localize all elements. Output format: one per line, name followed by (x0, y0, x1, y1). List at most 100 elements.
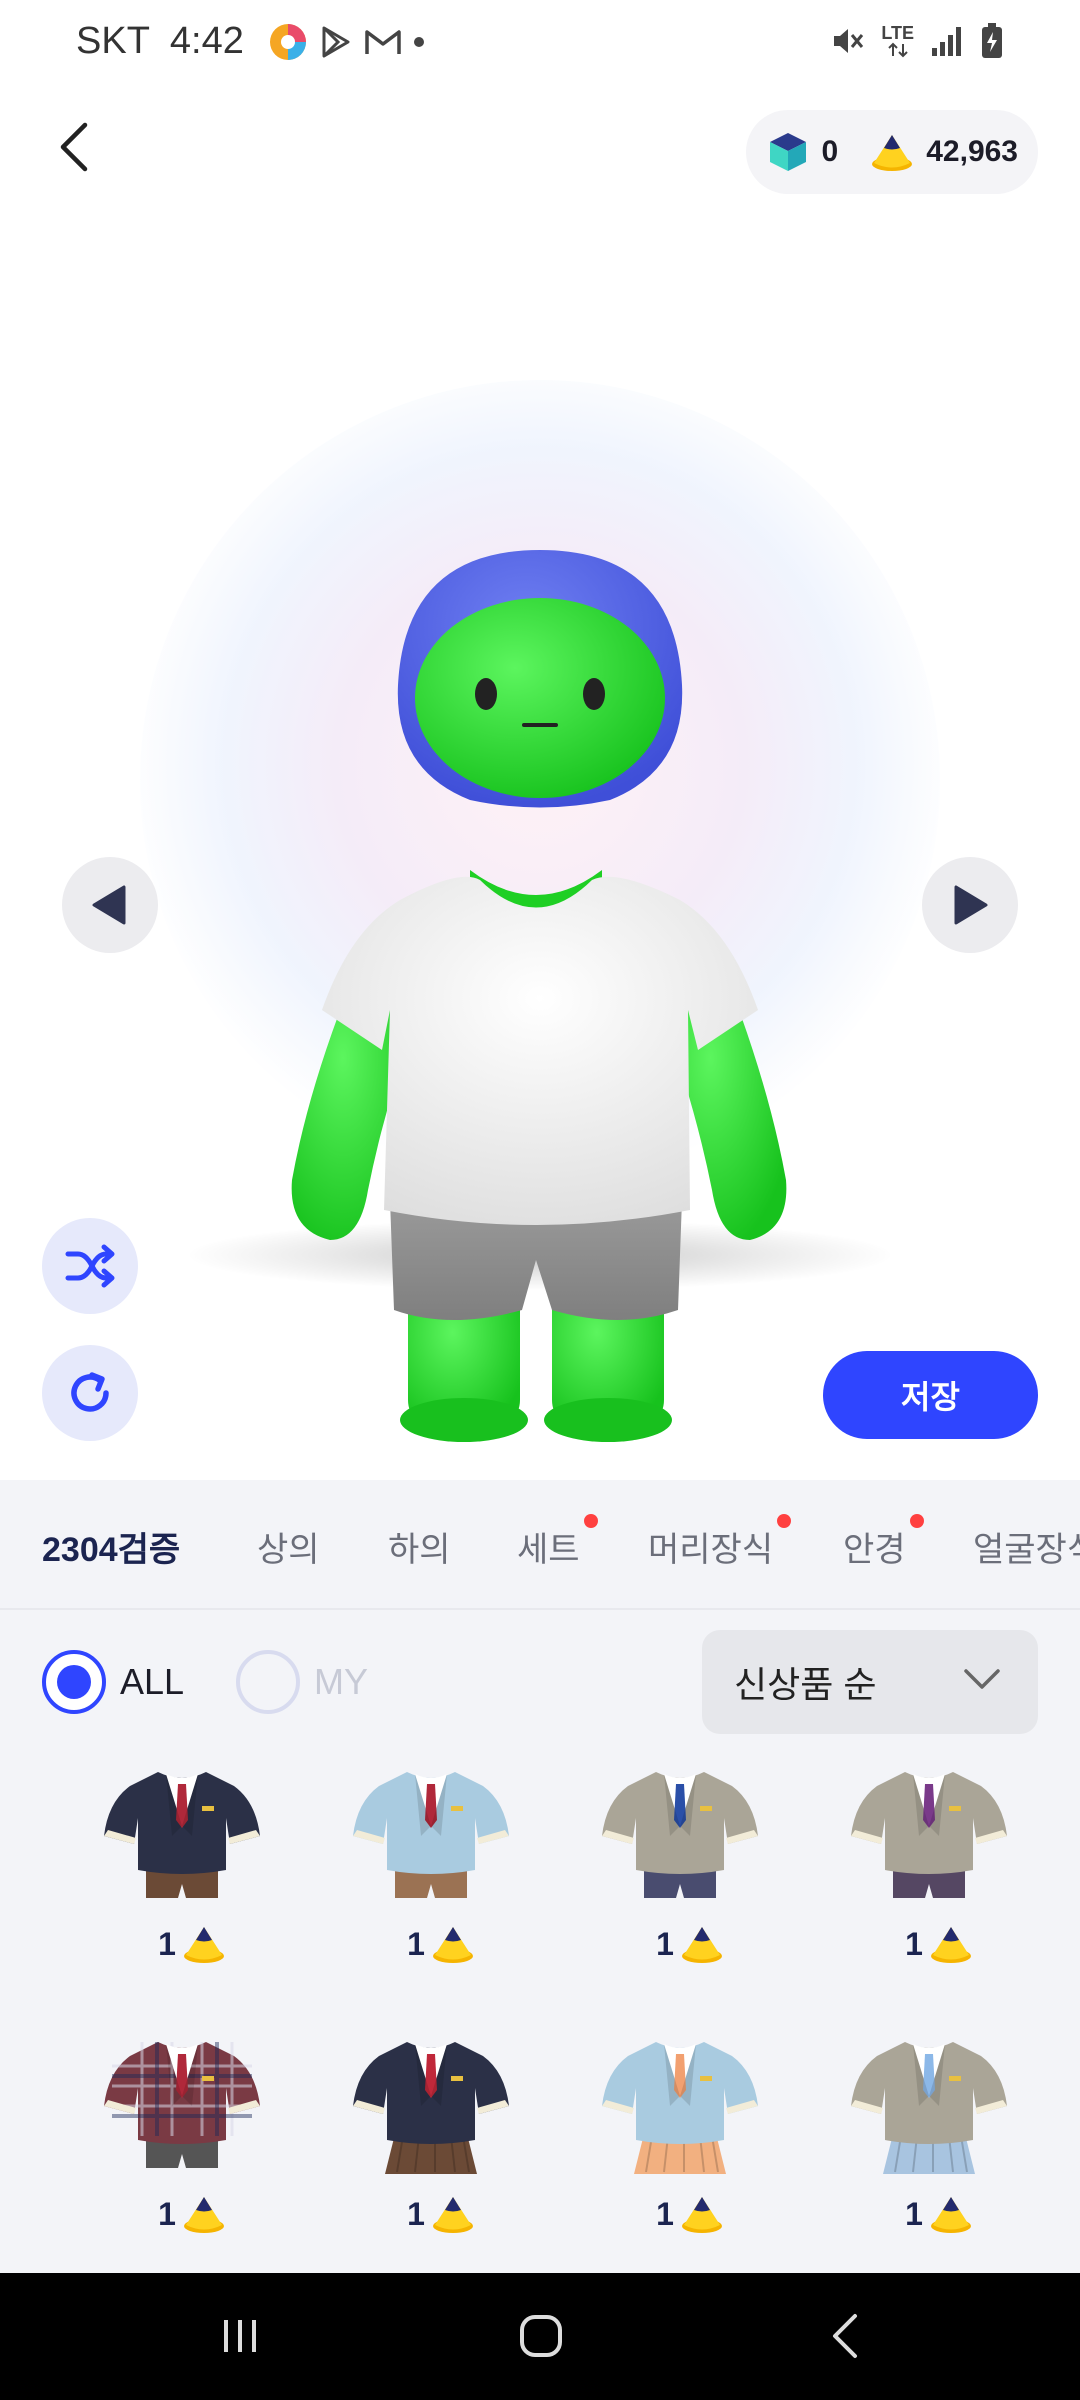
system-nav-bar (0, 2273, 1080, 2400)
coin-cone-icon (681, 2197, 722, 2233)
filter-row: ALL MY 신상품 순 (0, 1630, 1080, 1740)
outfit-thumbnail (851, 1772, 1007, 1898)
outfit-thumbnail (104, 2042, 260, 2168)
outfit-item[interactable]: 1 (540, 1766, 790, 2006)
radio-ring (236, 1650, 300, 1714)
currency-balance[interactable]: 0 42,963 (745, 110, 1038, 194)
avatar-figure[interactable] (290, 540, 790, 1460)
coin-cone-icon (681, 1927, 722, 1963)
tab-label: 머리장식 (648, 1531, 774, 1569)
outfit-item[interactable]: 1 (291, 1766, 541, 2006)
triangle-right-icon (954, 885, 988, 925)
outfit-item[interactable]: 1 (42, 1766, 292, 2006)
tab-tops[interactable]: 상의 (257, 1522, 320, 1571)
price-value: 1 (407, 2195, 425, 2232)
tab-hair-accessories[interactable]: 머리장식 (648, 1514, 792, 1571)
chevron-down-icon (964, 1669, 1000, 1689)
mute-icon (834, 29, 864, 53)
back-icon (833, 2314, 857, 2358)
back-nav-button[interactable] (810, 2301, 880, 2371)
price-value: 1 (158, 1925, 176, 1962)
battery-charging-icon (982, 23, 1002, 58)
tab-glasses[interactable]: 안경 (843, 1514, 924, 1571)
outfit-item[interactable]: 1 (42, 2036, 292, 2276)
recent-apps-icon (224, 2320, 256, 2352)
outfit-item[interactable]: 1 (291, 2036, 541, 2276)
filter-my-label: MY (314, 1661, 368, 1702)
coin-cone-icon (183, 2197, 224, 2233)
dot-icon (413, 36, 424, 47)
home-button[interactable] (506, 2301, 576, 2371)
sort-dropdown[interactable]: 신상품 순 (702, 1630, 1038, 1734)
gem-cube-icon (769, 133, 806, 171)
tab-label: 안경 (843, 1531, 906, 1569)
outfit-thumbnail (602, 2042, 758, 2174)
save-button[interactable]: 저장 (823, 1351, 1038, 1439)
item-price: 1 (42, 1924, 292, 1964)
tab-sets[interactable]: 세트 (517, 1514, 598, 1571)
radio-ring (42, 1650, 106, 1714)
price-value: 1 (656, 2195, 674, 2232)
status-left: SKT 4:42 (76, 20, 426, 63)
carrier-label: SKT (76, 20, 150, 62)
filter-all-radio[interactable]: ALL (42, 1650, 184, 1714)
tab-bottoms[interactable]: 하의 (388, 1522, 451, 1571)
reset-button[interactable] (42, 1345, 138, 1441)
outfit-item[interactable]: 1 (540, 2036, 790, 2276)
notification-icons (268, 22, 426, 62)
coin-cone-icon (432, 1927, 473, 1963)
refresh-icon (71, 1372, 109, 1412)
shuffle-button[interactable] (42, 1218, 138, 1314)
play-store-icon (322, 26, 350, 57)
triangle-left-icon (92, 885, 126, 925)
outfit-item[interactable]: 1 (789, 2036, 1039, 2276)
price-value: 1 (905, 1925, 923, 1962)
outfit-thumbnail (353, 1772, 509, 1898)
tab-label: 하의 (388, 1531, 451, 1569)
item-price: 1 (42, 2194, 292, 2234)
tab-label: 2304검증 (42, 1531, 181, 1569)
price-value: 1 (656, 1925, 674, 1962)
previous-button[interactable] (62, 857, 158, 953)
sort-label: 신상품 순 (734, 1664, 877, 1705)
price-value: 1 (905, 2195, 923, 2232)
item-price: 1 (540, 1924, 790, 1964)
data-arrows-icon (887, 42, 908, 58)
outfit-thumbnail (353, 2042, 509, 2174)
gem-count: 0 (821, 135, 839, 168)
coin-cone-icon (872, 135, 913, 171)
coin-cone-icon (930, 1927, 971, 1963)
coin-cone-icon (930, 2197, 971, 2233)
tab-2304-verification[interactable]: 2304검증 (42, 1522, 180, 1571)
tab-label: 상의 (257, 1531, 320, 1569)
lte-label: LTE (881, 23, 914, 43)
filter-my-radio[interactable]: MY (236, 1650, 368, 1714)
item-price: 1 (789, 1924, 1039, 1964)
item-price: 1 (291, 2194, 541, 2234)
tab-face-accessories[interactable]: 얼굴장식 (973, 1522, 1080, 1571)
new-badge-dot (583, 1514, 598, 1528)
filter-all-label: ALL (120, 1661, 185, 1702)
outfit-thumbnail (851, 2042, 1007, 2174)
coin-cone-icon (183, 1927, 224, 1963)
chevron-left-icon (60, 122, 88, 172)
status-bar: SKT 4:42 LTE (0, 0, 1080, 90)
gmail-icon (365, 29, 401, 54)
item-panel: 2304검증 상의 하의 세트 머리장식 안경 얼굴장식 ALL (0, 1480, 1080, 2273)
recent-apps-button[interactable] (205, 2301, 275, 2371)
new-badge-dot (909, 1514, 924, 1528)
tab-label: 세트 (517, 1531, 580, 1569)
clock: 4:42 (169, 20, 244, 62)
tab-label: 얼굴장식 (973, 1531, 1080, 1569)
price-value: 1 (407, 1925, 425, 1962)
outfit-item[interactable]: 1 (789, 1766, 1039, 2006)
avatar-stage (0, 200, 1080, 1480)
item-price: 1 (291, 1924, 541, 1964)
back-button[interactable] (44, 112, 104, 182)
category-tabs: 2304검증 상의 하의 세트 머리장식 안경 얼굴장식 (0, 1480, 1080, 1610)
lte-indicator: LTE (881, 24, 914, 58)
new-badge-dot (777, 1514, 792, 1528)
status-right: LTE (829, 22, 1004, 60)
next-button[interactable] (922, 857, 1018, 953)
shuffle-icon (65, 1244, 115, 1288)
